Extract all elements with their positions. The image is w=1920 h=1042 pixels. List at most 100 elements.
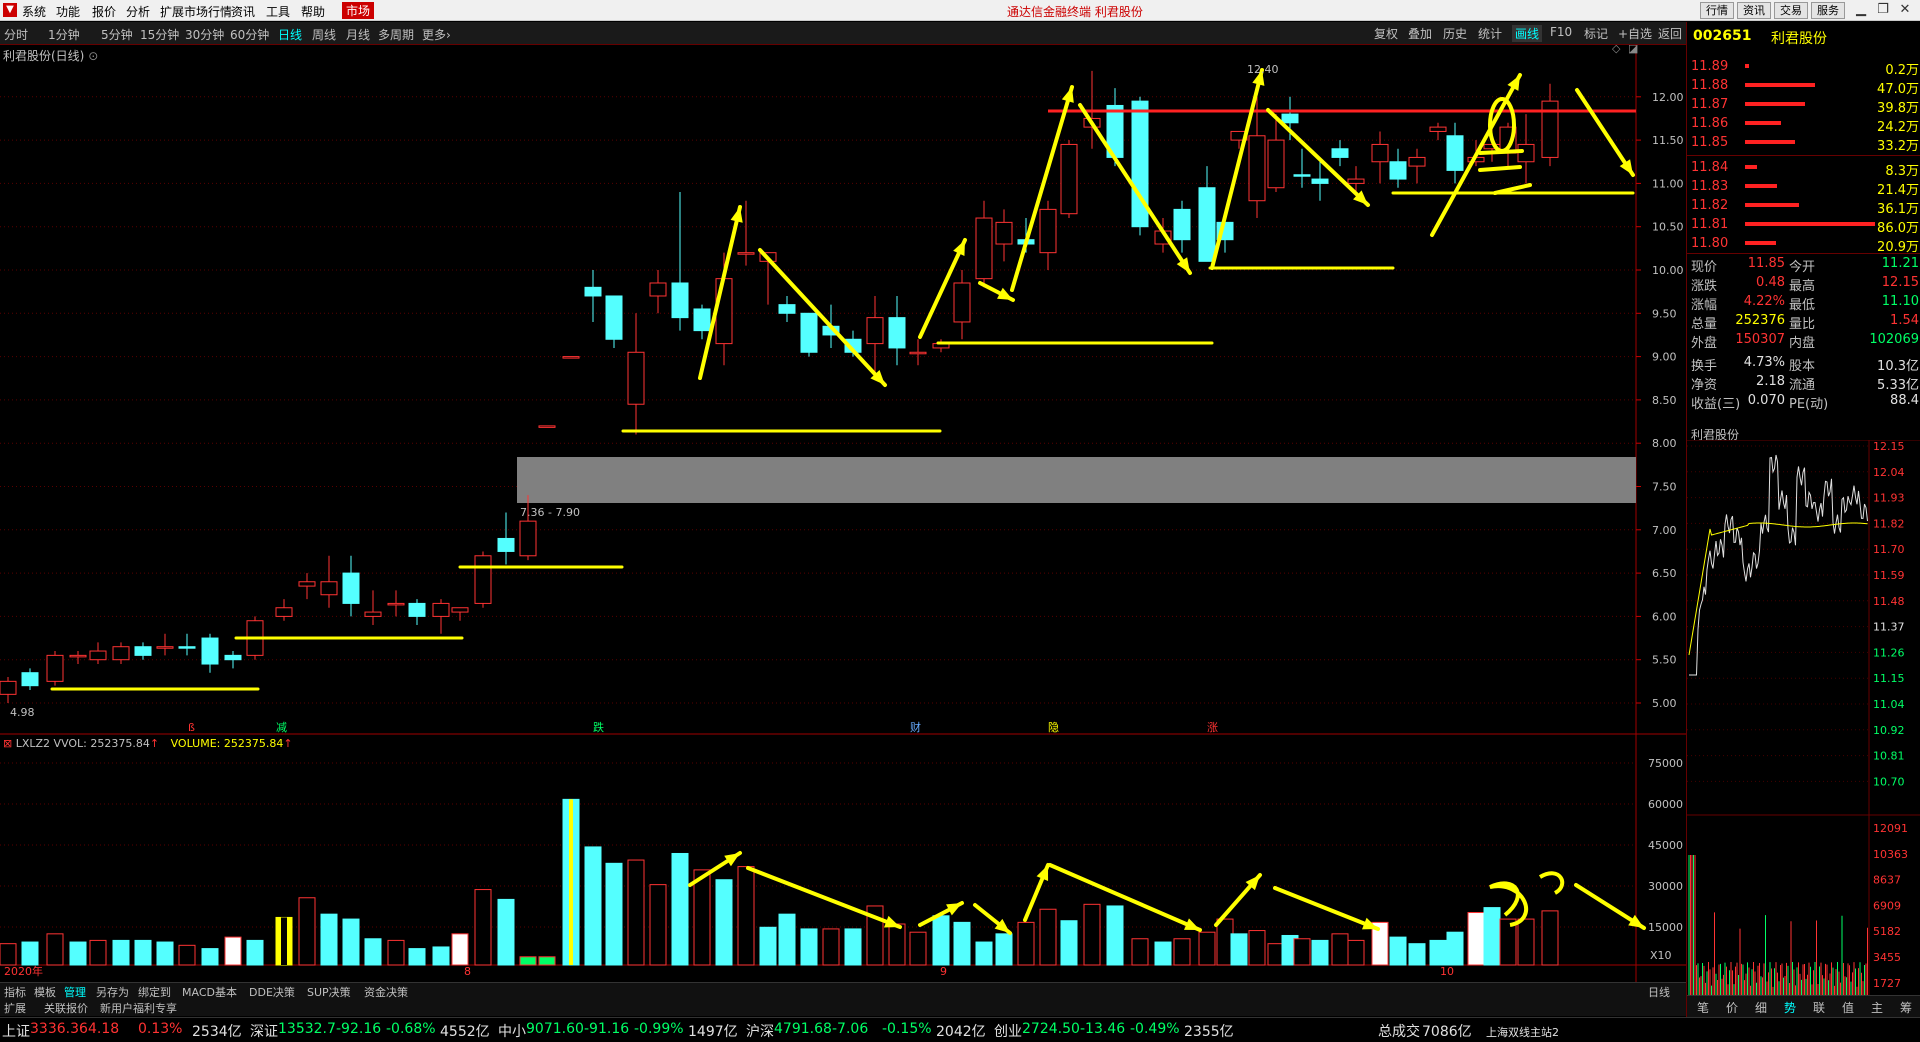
event-mark-hidden[interactable]: 隐 xyxy=(1048,721,1059,734)
maximize-icon[interactable]: ❐ xyxy=(1872,2,1894,19)
bid-row[interactable]: 11.82 36.1万 xyxy=(1687,197,1920,217)
candle-body[interactable] xyxy=(519,520,537,557)
tab-save-as[interactable]: 另存为 xyxy=(96,984,129,1000)
tab-dde[interactable]: DDE决策 xyxy=(249,984,295,1000)
menu-analysis[interactable]: 分析 xyxy=(126,3,150,20)
server-label[interactable]: 上海双线主站2 xyxy=(1486,1024,1559,1040)
candle-body[interactable] xyxy=(89,650,107,661)
event-mark-fall[interactable]: 跌 xyxy=(593,720,604,734)
candle-body[interactable] xyxy=(584,286,602,297)
candle-body[interactable] xyxy=(693,308,711,332)
drawn-line[interactable] xyxy=(1273,886,1380,931)
candle-body[interactable] xyxy=(888,317,906,349)
candle-body[interactable] xyxy=(1173,208,1191,241)
quote-tab[interactable]: 细 xyxy=(1755,999,1767,1016)
minimize-icon[interactable]: ▁ xyxy=(1850,2,1872,19)
toolbar-add-watch[interactable]: +自选 xyxy=(1618,25,1652,42)
drawn-line[interactable] xyxy=(1575,88,1635,177)
candle-body[interactable] xyxy=(1331,148,1349,158)
menu-market[interactable]: 市场 xyxy=(342,2,375,19)
close-icon[interactable]: ✕ xyxy=(1894,2,1916,19)
candle-body[interactable] xyxy=(1429,126,1447,132)
candle-body[interactable] xyxy=(1517,143,1535,163)
tab-fund[interactable]: 资金决策 xyxy=(364,984,408,1000)
event-mark-finance[interactable]: 财 xyxy=(910,720,921,734)
candle-body[interactable] xyxy=(178,646,196,649)
drawn-line[interactable] xyxy=(698,205,742,380)
ask-row[interactable]: 11.86 24.2万 xyxy=(1687,115,1920,135)
drawn-line[interactable] xyxy=(746,866,902,929)
candle-body[interactable] xyxy=(134,646,152,656)
period-multi[interactable]: 多周期 xyxy=(378,26,414,43)
candle-body[interactable] xyxy=(387,602,405,606)
candle-body[interactable] xyxy=(995,221,1013,245)
period-more[interactable]: 更多› xyxy=(422,26,451,43)
candle-body[interactable] xyxy=(649,282,667,297)
candle-body[interactable] xyxy=(1311,178,1329,184)
top-quote-button[interactable]: 行情 xyxy=(1700,2,1734,19)
quote-tab[interactable]: 联 xyxy=(1813,999,1825,1016)
candle-body[interactable] xyxy=(975,217,993,280)
candle-body[interactable] xyxy=(1267,139,1285,189)
ask-row[interactable]: 11.85 33.2万 xyxy=(1687,134,1920,154)
candle-body[interactable] xyxy=(627,351,645,405)
candle-body[interactable] xyxy=(605,295,623,340)
period-15min[interactable]: 15分钟 xyxy=(140,26,179,43)
candle-body[interactable] xyxy=(1293,174,1311,177)
candle-body[interactable] xyxy=(1347,178,1365,184)
quote-tab[interactable]: 价 xyxy=(1726,999,1738,1016)
candle-body[interactable] xyxy=(0,680,17,695)
menu-tools[interactable]: 工具 xyxy=(266,3,290,20)
candle-body[interactable] xyxy=(112,646,130,661)
toolbar-back[interactable]: 返回 xyxy=(1658,25,1682,42)
candle-body[interactable] xyxy=(201,637,219,665)
candle-body[interactable] xyxy=(408,602,426,617)
candle-body[interactable] xyxy=(156,646,174,649)
toolbar-history[interactable]: 历史 xyxy=(1443,25,1467,42)
quote-tab[interactable]: 主 xyxy=(1871,999,1883,1016)
candle-body[interactable] xyxy=(1371,143,1389,163)
candle-body[interactable] xyxy=(46,654,64,682)
candle-body[interactable] xyxy=(474,555,492,604)
candle-body[interactable] xyxy=(1389,161,1407,180)
bid-row[interactable]: 11.84 8.3万 xyxy=(1687,159,1920,179)
drawn-line[interactable] xyxy=(1478,165,1522,172)
ask-row[interactable]: 11.87 39.8万 xyxy=(1687,96,1920,116)
candle-body[interactable] xyxy=(497,537,515,552)
candle-body[interactable] xyxy=(298,581,316,587)
ask-row[interactable]: 11.88 47.0万 xyxy=(1687,77,1920,97)
quote-tab[interactable]: 势 xyxy=(1784,999,1796,1016)
bid-row[interactable]: 11.83 21.4万 xyxy=(1687,178,1920,198)
period-side-label[interactable]: 日线 xyxy=(1648,984,1670,1000)
period-monthly[interactable]: 月线 xyxy=(346,26,370,43)
toolbar-stats[interactable]: 统计 xyxy=(1478,25,1502,42)
tab-template[interactable]: 模板 xyxy=(34,984,56,1000)
candle-body[interactable] xyxy=(224,654,242,661)
menu-ext-market[interactable]: 扩展市场行情 xyxy=(160,3,232,20)
candle-body[interactable] xyxy=(1408,156,1426,167)
candle-body[interactable] xyxy=(715,278,733,345)
toolbar-overlay[interactable]: 叠加 xyxy=(1408,25,1432,42)
period-5min[interactable]: 5分钟 xyxy=(101,26,133,43)
candle-body[interactable] xyxy=(1446,135,1464,171)
quote-tab[interactable]: 值 xyxy=(1842,999,1854,1016)
drawn-line[interactable] xyxy=(758,248,887,387)
menu-help[interactable]: 帮助 xyxy=(301,3,325,20)
toolbar-mark[interactable]: 标记 xyxy=(1584,25,1608,42)
tab-bind-to[interactable]: 绑定到 xyxy=(138,984,171,1000)
candle-body[interactable] xyxy=(21,672,39,687)
candle-body[interactable] xyxy=(364,611,382,617)
period-daily[interactable]: 日线 xyxy=(278,26,302,43)
candle-body[interactable] xyxy=(671,282,689,319)
candle-body[interactable] xyxy=(342,572,360,604)
top-trade-button[interactable]: 交易 xyxy=(1774,2,1808,19)
bid-row[interactable]: 11.81 86.0万 xyxy=(1687,216,1920,236)
toolbar-f10[interactable]: F10 xyxy=(1550,25,1572,39)
candle-body[interactable] xyxy=(320,581,338,596)
period-weekly[interactable]: 周线 xyxy=(312,26,336,43)
candle-body[interactable] xyxy=(69,654,87,658)
toolbar-draw[interactable]: 画线 xyxy=(1512,25,1543,42)
quote-tab[interactable]: 笔 xyxy=(1697,999,1709,1016)
menu-function[interactable]: 功能 xyxy=(56,3,80,20)
tab-extension[interactable]: 扩展 xyxy=(4,1000,26,1016)
